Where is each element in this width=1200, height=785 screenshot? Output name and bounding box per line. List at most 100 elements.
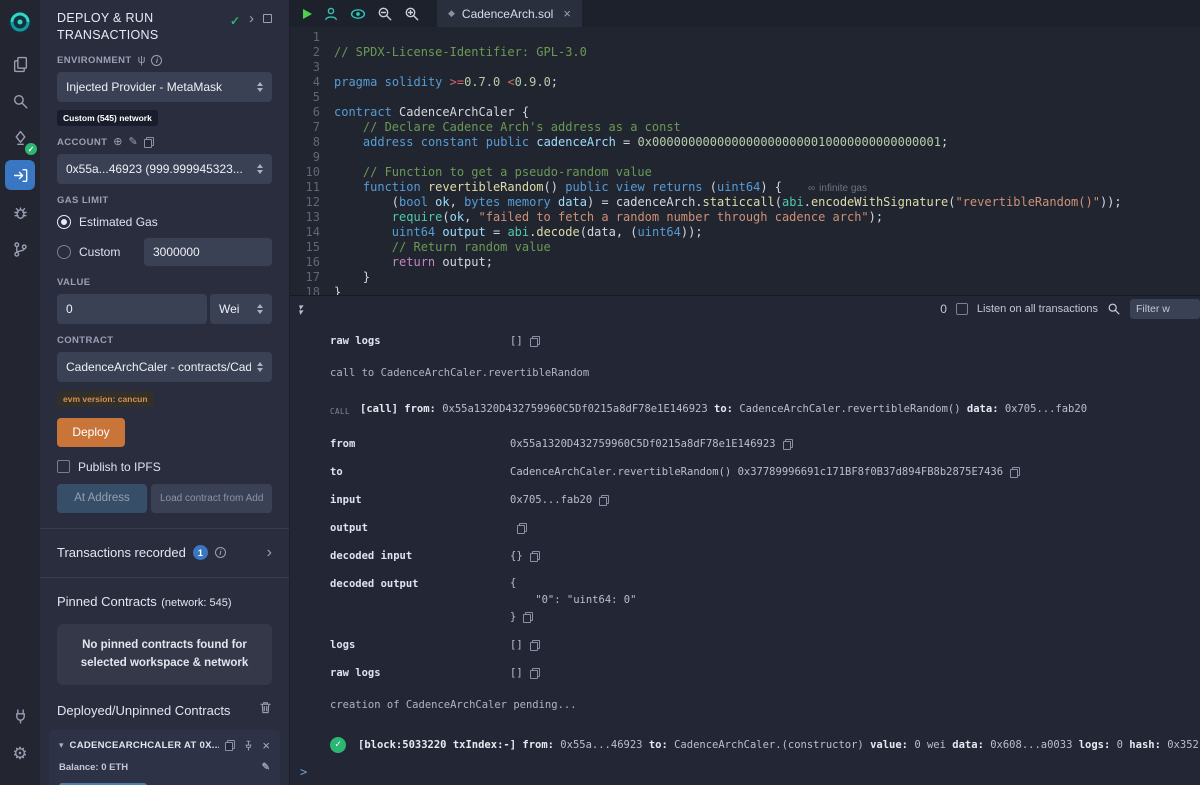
copy-icon[interactable] <box>225 740 235 751</box>
estimated-gas-label: Estimated Gas <box>79 215 158 229</box>
terminal-kv-row: raw logs[] <box>330 332 1200 350</box>
evm-version-badge: evm version: cancun <box>57 391 154 407</box>
contract-value: CadenceArchCaler - contracts/CadenceArch… <box>66 360 251 374</box>
select-caret-icon <box>257 82 263 92</box>
pinned-contracts-heading: Pinned Contracts (network: 545) <box>57 593 272 611</box>
search-icon[interactable] <box>5 86 35 116</box>
chevron-right-icon[interactable]: › <box>249 14 254 24</box>
code-line: return output; <box>334 255 1200 270</box>
contract-select[interactable]: CadenceArchCaler - contracts/CadenceArch… <box>57 352 272 382</box>
pinned-network-suffix: (network: 545) <box>161 597 231 609</box>
code-line: // SPDX-License-Identifier: GPL-3.0 <box>334 45 1200 60</box>
pinned-empty-message: No pinned contracts found for selected w… <box>57 624 272 686</box>
eye-icon[interactable] <box>350 6 366 22</box>
popout-icon[interactable] <box>263 14 272 23</box>
plugin-manager-icon[interactable] <box>5 701 35 731</box>
code-line: } <box>334 285 1200 295</box>
line-number: 6 <box>290 105 320 120</box>
copy-icon[interactable] <box>523 612 533 623</box>
estimated-gas-radio[interactable] <box>57 215 71 229</box>
close-tab-icon[interactable]: × <box>563 6 571 21</box>
terminal: ▾▾ 0 Listen on all transactions raw logs… <box>290 295 1200 785</box>
code-line <box>334 90 1200 105</box>
remix-logo[interactable] <box>5 7 35 37</box>
account-label: ACCOUNT <box>57 137 107 148</box>
code-line: address constant public cadenceArch = 0x… <box>334 135 1200 150</box>
value-unit-select[interactable]: Wei <box>210 294 272 324</box>
copy-icon[interactable] <box>144 137 154 148</box>
divider <box>40 528 289 529</box>
info-icon[interactable]: i <box>215 547 226 558</box>
debugger-icon[interactable] <box>5 197 35 227</box>
copy-icon[interactable] <box>517 523 527 534</box>
file-explorer-icon[interactable] <box>5 49 35 79</box>
line-number: 9 <box>290 150 320 165</box>
line-number: 4 <box>290 75 320 90</box>
settings-icon[interactable]: ⚙ <box>5 738 35 768</box>
listen-checkbox[interactable] <box>956 303 968 315</box>
zoom-in-icon[interactable] <box>404 6 420 22</box>
at-address-input[interactable] <box>151 484 272 513</box>
copy-icon[interactable] <box>530 668 540 679</box>
edit-icon[interactable]: ✎ <box>129 137 138 148</box>
publish-ipfs-checkbox[interactable] <box>57 460 70 473</box>
copy-icon[interactable] <box>530 551 540 562</box>
account-select[interactable]: 0x55a...46923 (999.999945323... <box>57 154 272 184</box>
line-number: 17 <box>290 270 320 285</box>
info-icon[interactable]: i <box>151 55 162 66</box>
terminal-kv-row: toCadenceArchCaler.revertibleRandom() 0x… <box>330 463 1200 481</box>
terminal-toolbar: ▾▾ 0 Listen on all transactions <box>290 295 1200 322</box>
environment-select[interactable]: Injected Provider - MetaMask <box>57 72 272 102</box>
terminal-kv-row: output <box>330 519 1200 537</box>
terminal-log[interactable]: raw logs[]call to CadenceArchCaler.rever… <box>290 322 1200 759</box>
zoom-out-icon[interactable] <box>377 6 393 22</box>
trash-icon[interactable] <box>259 701 272 719</box>
environment-label: ENVIRONMENT <box>57 55 132 66</box>
solidity-compiler-icon[interactable]: ✓ <box>5 123 35 153</box>
deploy-button[interactable]: Deploy <box>57 418 125 447</box>
run-icon[interactable] <box>303 9 312 19</box>
code-editor[interactable]: 123456789101112131415161718 // SPDX-Lice… <box>290 27 1200 295</box>
copy-icon[interactable] <box>530 336 540 347</box>
copy-icon[interactable] <box>783 439 793 450</box>
copy-icon[interactable] <box>1010 467 1020 478</box>
deployed-contract-card: ▾ CADENCEARCHCALER AT 0X... × Balance: 0… <box>49 730 280 785</box>
gas-limit-label: GAS LIMIT <box>57 195 109 206</box>
value-input[interactable] <box>57 294 207 324</box>
transactions-recorded-label: Transactions recorded <box>57 545 186 560</box>
code-line: contract CadenceArchCaler { <box>334 105 1200 120</box>
editor-code: // SPDX-License-Identifier: GPL-3.0pragm… <box>334 30 1200 295</box>
environment-value: Injected Provider - MetaMask <box>66 80 251 94</box>
add-account-icon[interactable]: ⊕ <box>113 137 122 148</box>
code-line: } <box>334 270 1200 285</box>
pin-icon[interactable] <box>243 740 254 751</box>
account-icon[interactable] <box>323 6 339 22</box>
status-check-icon: ✓ <box>230 14 240 28</box>
terminal-prompt-row[interactable]: > <box>290 759 1200 785</box>
at-address-button[interactable]: At Address <box>57 484 147 513</box>
chevron-down-icon[interactable]: ▾ <box>59 740 64 751</box>
solidity-file-icon: ◆ <box>448 8 455 19</box>
transactions-recorded[interactable]: Transactions recorded 1 i › <box>57 544 272 562</box>
terminal-text-row: creation of CadenceArchCaler pending... <box>330 696 1200 714</box>
icon-rail: ✓ ⚙ <box>0 0 40 785</box>
filter-input[interactable] <box>1130 299 1200 319</box>
tab-cadencearch[interactable]: ◆ CadenceArch.sol × <box>437 0 582 27</box>
collapse-terminal-icon[interactable]: ▾▾ <box>298 303 303 315</box>
copy-icon[interactable] <box>530 640 540 651</box>
code-line: require(ok, "failed to fetch a random nu… <box>334 210 1200 225</box>
line-number: 10 <box>290 165 320 180</box>
search-icon[interactable] <box>1107 302 1121 316</box>
code-line: // Return random value <box>334 240 1200 255</box>
custom-gas-input[interactable] <box>144 238 272 266</box>
chevron-right-icon[interactable]: › <box>267 544 272 562</box>
edit-icon[interactable]: ✎ <box>262 762 270 773</box>
gas-icon: ∞ <box>808 183 815 194</box>
line-number: 16 <box>290 255 320 270</box>
git-icon[interactable] <box>5 234 35 264</box>
custom-gas-radio[interactable] <box>57 245 71 259</box>
deploy-run-icon[interactable] <box>5 160 35 190</box>
close-icon[interactable]: × <box>262 739 270 752</box>
copy-icon[interactable] <box>599 495 609 506</box>
code-line <box>334 60 1200 75</box>
